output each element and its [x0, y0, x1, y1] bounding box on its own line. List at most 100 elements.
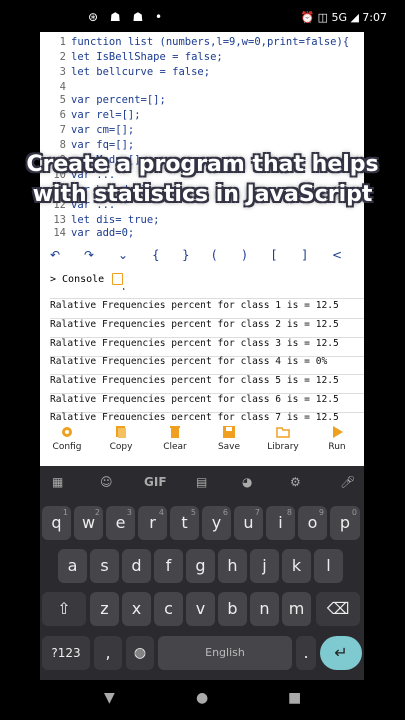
- key-l[interactable]: l: [314, 549, 343, 583]
- key-r[interactable]: r4: [138, 506, 167, 540]
- code-line[interactable]: 2 let IsBellShape = false;: [40, 51, 223, 66]
- config-button[interactable]: Config: [40, 425, 94, 452]
- key-k[interactable]: k: [282, 549, 311, 583]
- keyboard-toolbar: ▦ ☺ GIF ▤ ◕ ⚙ 🎤︎: [40, 466, 364, 502]
- undo-icon[interactable]: ↶: [50, 248, 60, 262]
- system-icons: ⏰ ◫ 5G ◢: [300, 11, 359, 24]
- console-header: > Console: [40, 272, 364, 288]
- copy-label: Copy: [109, 442, 133, 452]
- copy-console-icon[interactable]: [112, 273, 123, 285]
- backspace-icon: ⌫: [326, 599, 350, 618]
- key-z[interactable]: z: [90, 592, 119, 626]
- chevron-down-icon[interactable]: ⌄: [118, 248, 128, 262]
- code-editor[interactable]: 1 function list (numbers,l=9,w=0,print=fa…: [40, 32, 364, 242]
- key-n[interactable]: n: [250, 592, 279, 626]
- recents-icon[interactable]: ■: [288, 690, 301, 706]
- key-q[interactable]: q1: [42, 506, 71, 540]
- symbol-open-paren[interactable]: (: [212, 248, 217, 262]
- palette-icon[interactable]: ◕: [242, 475, 252, 489]
- key-x[interactable]: x: [122, 592, 151, 626]
- key-c[interactable]: c: [154, 592, 183, 626]
- symbol-close-paren[interactable]: ): [242, 248, 247, 262]
- key-u[interactable]: u7: [234, 506, 263, 540]
- language-key[interactable]: ◍: [126, 636, 154, 670]
- mic-icon[interactable]: 🎤︎: [340, 475, 355, 489]
- key-y[interactable]: y6: [202, 506, 231, 540]
- key-d[interactable]: d: [122, 549, 151, 583]
- key-a[interactable]: a: [58, 549, 87, 583]
- console-line: Ralative Frequencies percent for class 3…: [50, 338, 364, 357]
- console-output[interactable]: Ralative Frequencies for class 10 is = 0…: [40, 288, 364, 420]
- symbol-open-bracket[interactable]: [: [272, 248, 277, 262]
- save-button[interactable]: Save: [202, 425, 256, 452]
- copy-icon: [116, 426, 126, 438]
- code-line[interactable]: 14 var add=0;: [40, 227, 134, 242]
- gear-icon[interactable]: ⚙: [290, 475, 301, 489]
- status-bar: ⊛ ☗ ☗ • ⏰ ◫ 5G ◢ 7:07: [0, 0, 405, 36]
- gear-icon: [62, 427, 72, 437]
- action-bar: Config Copy Clear Save Library Run: [40, 420, 364, 466]
- console-line: Ralative Frequencies percent for class 1…: [50, 300, 364, 319]
- clipboard-icon[interactable]: ▤: [196, 475, 207, 489]
- comma-key[interactable]: ,: [94, 636, 122, 670]
- gif-icon[interactable]: GIF: [144, 475, 167, 489]
- config-label: Config: [52, 442, 82, 452]
- key-i[interactable]: i8: [266, 506, 295, 540]
- symbol-close-bracket[interactable]: ]: [302, 248, 307, 262]
- symbol-less-than[interactable]: <: [332, 248, 342, 262]
- clear-label: Clear: [163, 442, 187, 452]
- code-line[interactable]: 6 var rel=[];: [40, 109, 141, 124]
- console-line: Ralative Frequencies percent for class 6…: [50, 394, 364, 413]
- symbol-close-brace[interactable]: }: [182, 248, 190, 262]
- run-label: Run: [328, 442, 346, 452]
- save-label: Save: [217, 442, 241, 452]
- apps-grid-icon[interactable]: ▦: [52, 475, 63, 489]
- space-key[interactable]: English: [158, 636, 292, 670]
- key-j[interactable]: j: [250, 549, 279, 583]
- sticker-icon[interactable]: ☺: [100, 475, 113, 489]
- key-g[interactable]: g: [186, 549, 215, 583]
- key-m[interactable]: m: [282, 592, 311, 626]
- console-line: Ralative Frequencies percent for class 2…: [50, 319, 364, 338]
- key-b[interactable]: b: [218, 592, 247, 626]
- caption-line-2: with statistics in JavaScript: [32, 182, 373, 207]
- library-label: Library: [267, 442, 299, 452]
- copy-button[interactable]: Copy: [94, 425, 148, 452]
- key-f[interactable]: f: [154, 549, 183, 583]
- shift-key[interactable]: ⇧: [42, 592, 86, 626]
- redo-icon[interactable]: ↷: [84, 248, 94, 262]
- shift-icon: ⇧: [57, 599, 71, 618]
- key-v[interactable]: v: [186, 592, 215, 626]
- video-caption-overlay: Create a program that helps with statist…: [0, 150, 405, 210]
- code-line[interactable]: 5 var percent=[];: [40, 94, 166, 109]
- symbols-key[interactable]: ?123: [42, 636, 90, 670]
- run-button[interactable]: Run: [310, 425, 364, 452]
- library-button[interactable]: Library: [256, 425, 310, 452]
- symbol-open-brace[interactable]: {: [152, 248, 160, 262]
- save-icon: [223, 426, 235, 438]
- key-h[interactable]: h: [218, 549, 247, 583]
- play-icon: [333, 426, 343, 438]
- console-line: Ralative Frequencies percent for class 5…: [50, 375, 364, 394]
- home-icon[interactable]: ●: [196, 690, 208, 706]
- clear-button[interactable]: Clear: [148, 425, 202, 452]
- key-t[interactable]: t5: [170, 506, 199, 540]
- back-icon[interactable]: ▼: [104, 690, 115, 706]
- trash-icon: [170, 426, 180, 438]
- key-s[interactable]: s: [90, 549, 119, 583]
- console-line: Ralative Frequencies percent for class 7…: [50, 412, 364, 420]
- code-line[interactable]: 3 let bellcurve = false;: [40, 66, 210, 81]
- code-line[interactable]: 7 var cm=[];: [40, 124, 135, 139]
- caption-line-1: Create a program that helps: [26, 152, 379, 177]
- app-window: 1 function list (numbers,l=9,w=0,print=fa…: [40, 32, 364, 466]
- notification-icons: ⊛ ☗ ☗ •: [88, 10, 167, 24]
- enter-key[interactable]: ↵: [320, 636, 362, 670]
- key-w[interactable]: w2: [74, 506, 103, 540]
- code-line[interactable]: 1 function list (numbers,l=9,w=0,print=fa…: [40, 36, 349, 51]
- key-e[interactable]: e3: [106, 506, 135, 540]
- key-o[interactable]: o9: [298, 506, 327, 540]
- key-p[interactable]: p0: [330, 506, 360, 540]
- globe-icon: ◍: [133, 645, 147, 661]
- period-key[interactable]: .: [296, 636, 316, 670]
- backspace-key[interactable]: ⌫: [316, 592, 360, 626]
